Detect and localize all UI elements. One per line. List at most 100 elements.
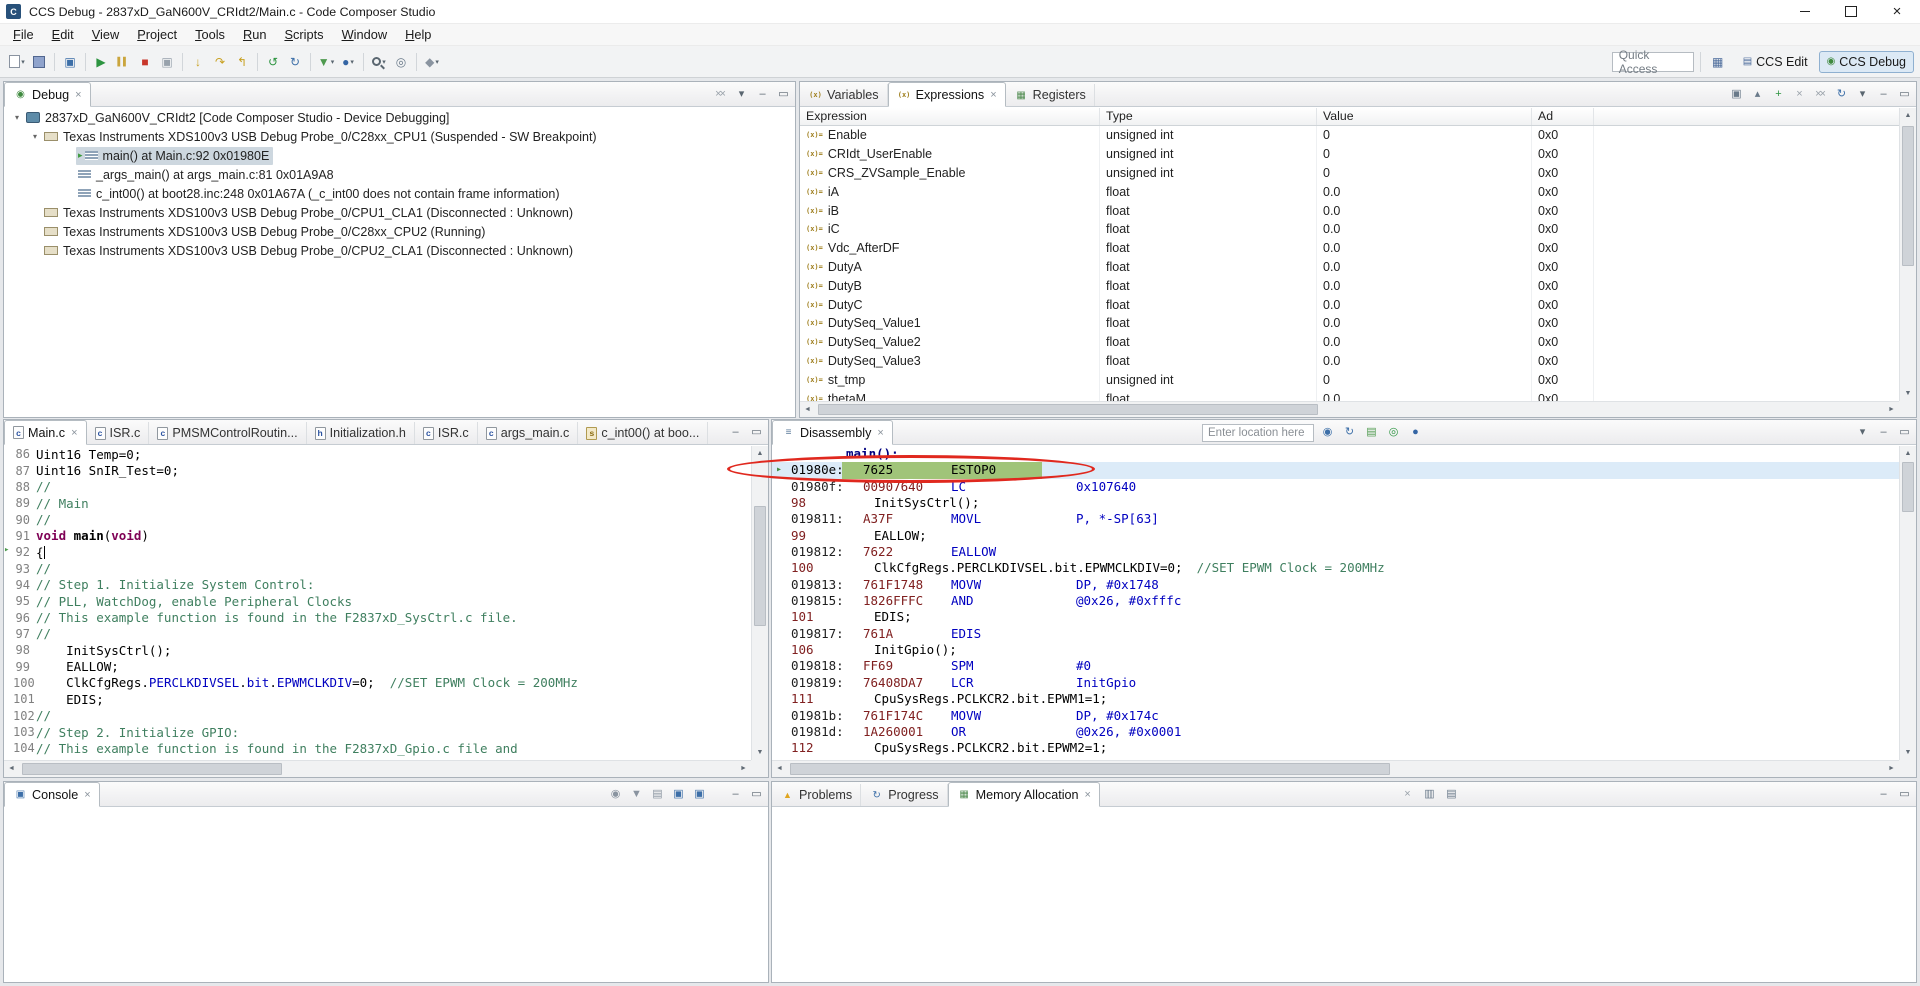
tree-item[interactable]: c_int00() at boot28.inc:248 0x01A67A (_c… xyxy=(76,185,563,203)
menu-view[interactable]: View xyxy=(83,25,129,44)
open-perspective-icon[interactable]: ▦ xyxy=(1707,51,1729,73)
editor-annotation-margin[interactable] xyxy=(4,495,13,511)
editor-annotation-margin[interactable] xyxy=(4,511,13,527)
editor-annotation-margin[interactable] xyxy=(4,560,13,576)
minimize-icon[interactable]: – xyxy=(725,423,744,442)
show-source-icon[interactable]: ▤ xyxy=(1361,423,1380,442)
close-icon[interactable]: × xyxy=(877,427,883,439)
disassembly-source-line[interactable]: 100ClkCfgRegs.PERCLKDIVSEL.bit.EPWMCLKDI… xyxy=(772,560,1899,576)
link-context-icon[interactable]: ◉ xyxy=(1317,423,1336,442)
disassembly-source-line[interactable]: 99EALLOW; xyxy=(772,528,1899,544)
menu-tools[interactable]: Tools xyxy=(186,25,234,44)
tab-pmsmcontrolroutin[interactable]: PMSMControlRoutin... xyxy=(149,422,306,444)
menu-file[interactable]: File xyxy=(4,25,43,44)
code-line[interactable]: 100 ClkCfgRegs.PERCLKDIVSEL.bit.EPWMCLKD… xyxy=(4,675,751,691)
resume-icon[interactable]: ▶ xyxy=(90,50,112,74)
remove-expression-icon[interactable]: × xyxy=(1789,85,1808,104)
expression-row[interactable]: (x)=DutySeq_Value2float0.00x0 xyxy=(800,333,1899,352)
scrollbar-thumb[interactable] xyxy=(818,404,1318,415)
editor-annotation-margin[interactable] xyxy=(4,577,13,593)
debug-tree-row[interactable]: c_int00() at boot28.inc:248 0x01A67A (_c… xyxy=(4,184,795,203)
remove-all-terminated-icon[interactable]: ×× xyxy=(710,85,729,104)
scroll-right-icon[interactable]: ► xyxy=(1884,402,1899,417)
expression-row[interactable]: (x)=iCfloat0.00x0 xyxy=(800,220,1899,239)
minimize-icon[interactable]: – xyxy=(1873,785,1892,804)
tree-item[interactable]: _args_main() at args_main.c:81 0x01A9A8 xyxy=(76,166,338,184)
column-header-ad[interactable]: Ad xyxy=(1532,108,1594,125)
show-type-names-icon[interactable]: ▣ xyxy=(1726,85,1745,104)
tab-disassembly[interactable]: Disassembly× xyxy=(772,420,893,445)
refresh-icon[interactable]: ↻ xyxy=(1339,423,1358,442)
console-output[interactable] xyxy=(4,808,768,982)
editor-annotation-margin[interactable] xyxy=(4,446,13,462)
minimize-icon[interactable]: – xyxy=(1873,85,1892,104)
tab-problems[interactable]: Problems xyxy=(772,784,861,806)
expression-row[interactable]: (x)=DutyAfloat0.00x0 xyxy=(800,258,1899,277)
close-icon[interactable]: × xyxy=(71,427,77,439)
open-console-icon[interactable]: ▣ xyxy=(689,785,708,804)
maximize-icon[interactable]: ▭ xyxy=(1894,423,1913,442)
expression-row[interactable]: (x)=iAfloat0.00x0 xyxy=(800,182,1899,201)
quick-access-field[interactable]: Quick Access xyxy=(1612,52,1694,72)
terminate-icon[interactable]: ■ xyxy=(134,50,156,74)
perspective-ccs-edit[interactable]: CCS Edit xyxy=(1735,51,1816,73)
location-input[interactable] xyxy=(1202,424,1314,442)
refresh-icon[interactable]: ↻ xyxy=(284,50,306,74)
code-line[interactable]: 89// Main xyxy=(4,495,751,511)
view-menu-icon[interactable]: ▾ xyxy=(1852,85,1871,104)
restart-icon[interactable]: ↺ xyxy=(262,50,284,74)
perspective-ccs-debug[interactable]: CCS Debug xyxy=(1819,51,1914,73)
code-line[interactable]: 87Uint16 SnIR_Test=0; xyxy=(4,462,751,478)
close-icon[interactable]: × xyxy=(84,789,90,801)
vertical-scrollbar[interactable]: ▲ ▼ xyxy=(751,446,768,760)
scroll-left-icon[interactable]: ◄ xyxy=(772,761,787,777)
tree-expander-icon[interactable]: ▾ xyxy=(28,132,42,141)
horizontal-scrollbar[interactable]: ◄ ► xyxy=(4,760,751,777)
disassembly-source-line[interactable]: 111CpuSysRegs.PCLKCR2.bit.EPWM1=1; xyxy=(772,691,1899,707)
debug-tree[interactable]: ▾2837xD_GaN600V_CRIdt2 [Code Composer St… xyxy=(4,108,795,417)
disassembly-listing[interactable]: main():▸01980e:7625ESTOP001980f:00907640… xyxy=(772,446,1899,760)
scroll-up-icon[interactable]: ▲ xyxy=(752,446,768,461)
disassembly-source-line[interactable]: 101EDIS; xyxy=(772,609,1899,625)
suspend-icon[interactable]: ▌▌ xyxy=(112,50,134,74)
tree-item[interactable]: Texas Instruments XDS100v3 USB Debug Pro… xyxy=(42,223,489,241)
tab-debug[interactable]: Debug× xyxy=(4,82,91,107)
debug-tree-row[interactable]: ▸main() at Main.c:92 0x01980E xyxy=(4,146,795,165)
scroll-down-icon[interactable]: ▼ xyxy=(1900,745,1916,760)
memory-allocation-content[interactable] xyxy=(772,808,1916,982)
tab-console[interactable]: Console× xyxy=(4,782,100,807)
tree-item[interactable]: Texas Instruments XDS100v3 USB Debug Pro… xyxy=(42,128,601,146)
column-header-expression[interactable]: Expression xyxy=(800,108,1100,125)
disassembly-instruction[interactable]: 01980f:00907640LC0x107640 xyxy=(772,479,1899,495)
clear-console-icon[interactable]: ▤ xyxy=(647,785,666,804)
editor-annotation-margin[interactable] xyxy=(4,675,13,691)
code-line[interactable]: 99 EALLOW; xyxy=(4,658,751,674)
debug-tree-row[interactable]: Texas Instruments XDS100v3 USB Debug Pro… xyxy=(4,241,795,260)
tree-expander-icon[interactable]: ▾ xyxy=(10,113,24,122)
scroll-right-icon[interactable]: ► xyxy=(736,761,751,777)
code-line[interactable]: 97// xyxy=(4,626,751,642)
expression-row[interactable]: (x)=st_tmpunsigned int00x0 xyxy=(800,370,1899,389)
vertical-scrollbar[interactable]: ▲ ▼ xyxy=(1899,446,1916,760)
code-line[interactable]: 101 EDIS; xyxy=(4,691,751,707)
scroll-down-icon[interactable]: ▼ xyxy=(1900,386,1916,401)
pin-console-icon[interactable]: ◉ xyxy=(605,785,624,804)
tree-item[interactable]: ▸main() at Main.c:92 0x01980E xyxy=(76,147,273,165)
debug-tree-row[interactable]: Texas Instruments XDS100v3 USB Debug Pro… xyxy=(4,203,795,222)
tree-item[interactable]: 2837xD_GaN600V_CRIdt2 [Code Composer Stu… xyxy=(24,109,453,127)
menu-run[interactable]: Run xyxy=(234,25,275,44)
debug-tree-row[interactable]: ▾2837xD_GaN600V_CRIdt2 [Code Composer St… xyxy=(4,108,795,127)
code-line[interactable]: 98 InitSysCtrl(); xyxy=(4,642,751,658)
window-maximize-button[interactable] xyxy=(1828,0,1874,23)
code-line[interactable]: 96// This example function is found in t… xyxy=(4,609,751,625)
disassembly-instruction[interactable]: 019811:A37FMOVLP, *-SP[63] xyxy=(772,511,1899,527)
tab-progress[interactable]: Progress xyxy=(861,784,947,806)
tree-item[interactable]: Texas Instruments XDS100v3 USB Debug Pro… xyxy=(42,204,577,222)
refresh-icon[interactable]: ↻ xyxy=(1831,85,1850,104)
tab-main-c[interactable]: Main.c× xyxy=(4,420,87,445)
editor-annotation-margin[interactable] xyxy=(4,609,13,625)
step-over-icon[interactable]: ↷ xyxy=(209,50,231,74)
code-line[interactable]: 94// Step 1. Initialize System Control: xyxy=(4,577,751,593)
code-line[interactable]: 88// xyxy=(4,479,751,495)
scrollbar-thumb[interactable] xyxy=(790,763,1390,775)
